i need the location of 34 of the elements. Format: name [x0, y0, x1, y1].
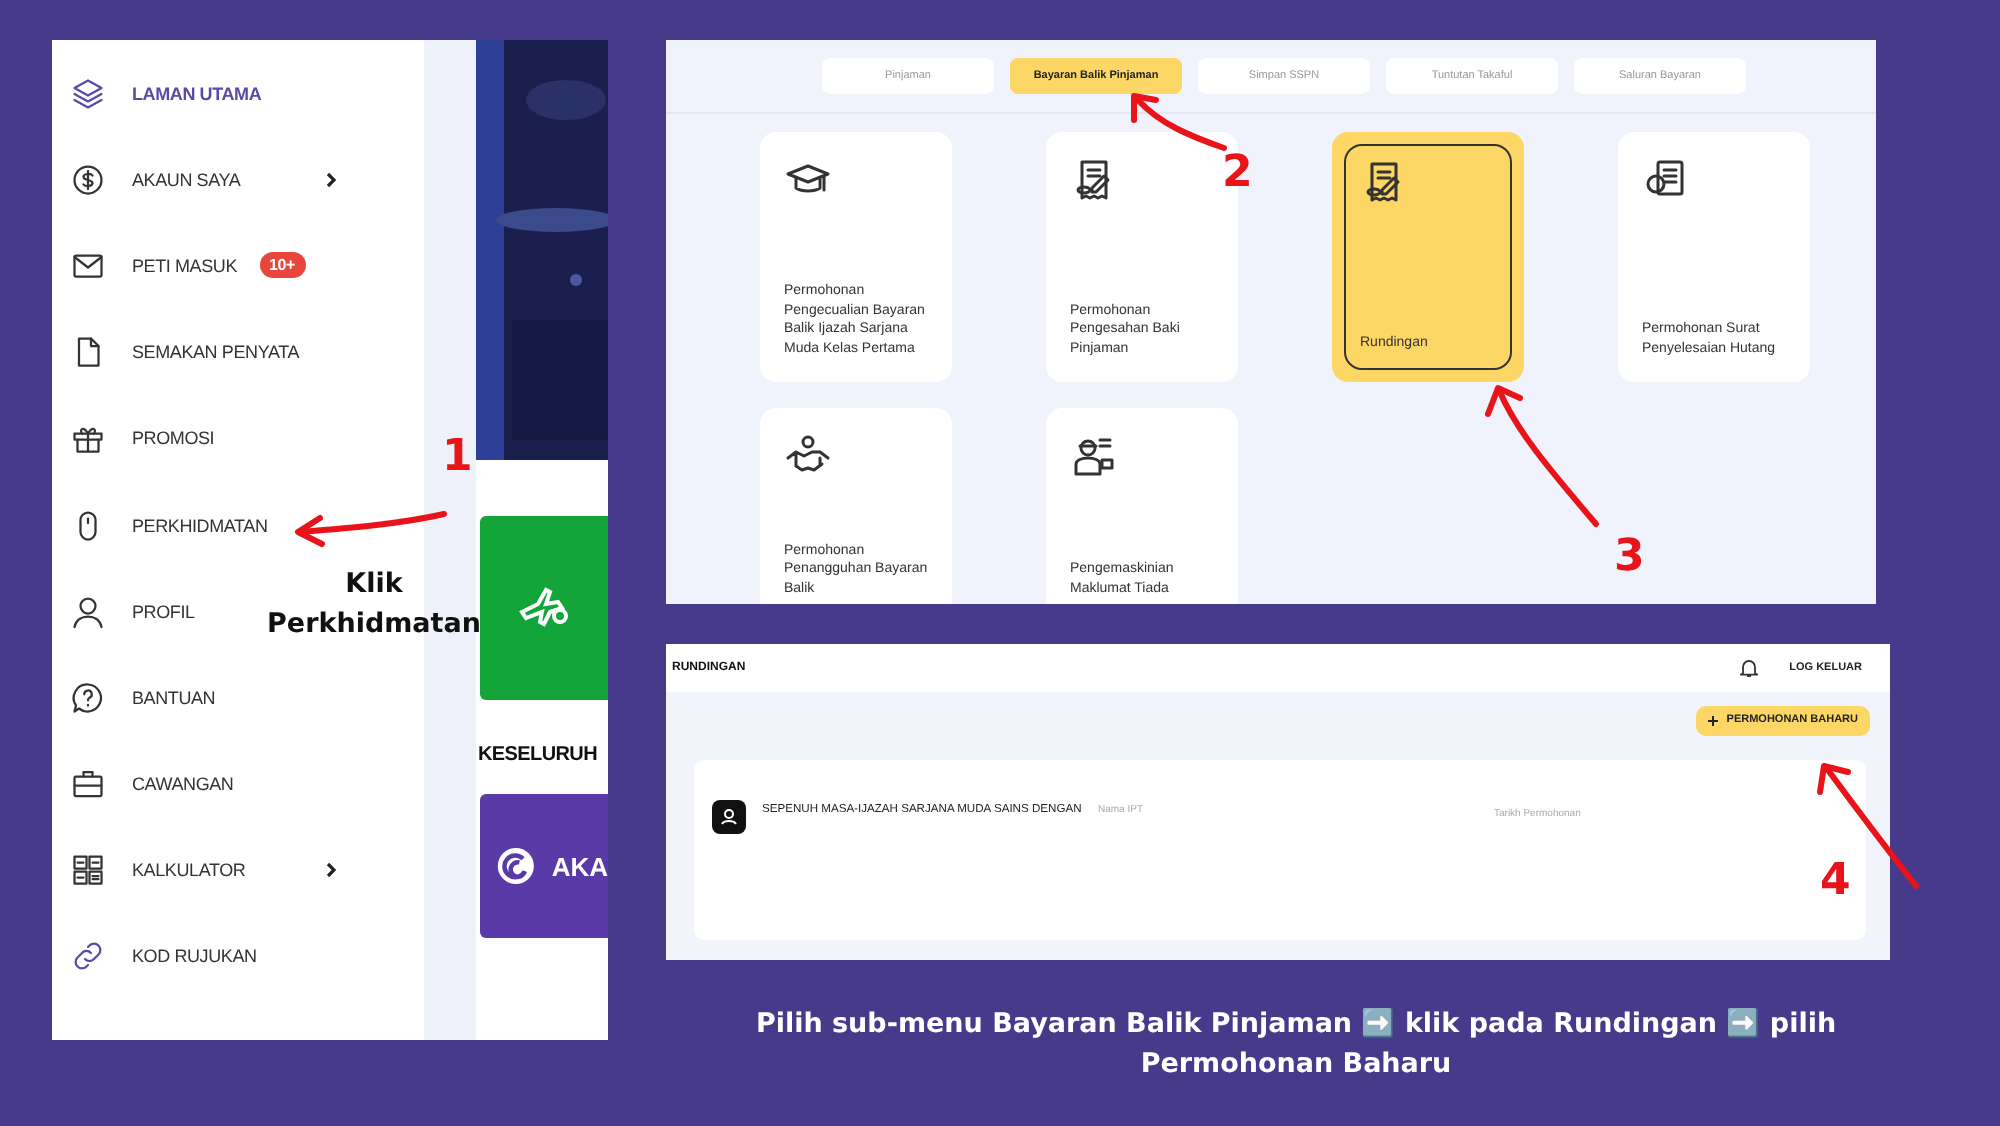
sidebar-item[interactable]: PETI MASUK 10+: [52, 222, 317, 310]
briefcase-icon: [70, 766, 106, 803]
dollar-icon: [70, 161, 106, 198]
card-title: AKA: [551, 851, 608, 881]
step-number: 4: [1820, 856, 1851, 906]
sidebar-item[interactable]: PERKHIDMATAN: [52, 481, 280, 569]
link-icon: [70, 938, 106, 975]
person-icon: [70, 593, 106, 630]
step-number: 3: [1614, 532, 1645, 582]
count-badge: 10+: [259, 252, 305, 279]
section-heading: KESELURUH: [478, 744, 600, 766]
swirl-logo-icon: [496, 844, 536, 888]
sidebar-item[interactable]: LAMAN UTAMA: [52, 50, 274, 137]
sidebar-item[interactable]: AKAUN SAYA: [52, 136, 356, 223]
avatar-icon: [712, 799, 746, 834]
service-card[interactable]: [480, 516, 608, 700]
layers-icon: [70, 75, 106, 112]
account-card[interactable]: AKA: [480, 794, 608, 938]
sidebar-item[interactable]: PROFIL: [52, 568, 207, 655]
callout-text: Klik Perkhidmatan: [265, 566, 483, 644]
calculator-icon: [70, 852, 106, 889]
step-number: 1: [442, 432, 473, 482]
arrow: [1131, 93, 1227, 151]
help-icon: [70, 679, 106, 716]
sidebar-item[interactable]: PROMOSI: [52, 395, 227, 482]
bell-icon[interactable]: [1739, 657, 1758, 678]
sidebar-item[interactable]: KALKULATOR: [52, 827, 356, 914]
arrow: [1485, 385, 1599, 527]
sidebar-item[interactable]: SEMAKAN PENYATA: [52, 309, 312, 396]
instruction-caption: Pilih sub-menu Bayaran Balik Pinjaman ➡ klik pada Rundingan ➡ pilih Permohonan Baharu: [753, 1006, 1839, 1084]
sidebar-item[interactable]: BANTUAN: [52, 654, 228, 741]
sidebar-item[interactable]: KOD RUJUKAN: [52, 913, 269, 1001]
sidebar-item[interactable]: CAWANGAN: [52, 741, 246, 828]
plus-icon: [1708, 715, 1719, 726]
